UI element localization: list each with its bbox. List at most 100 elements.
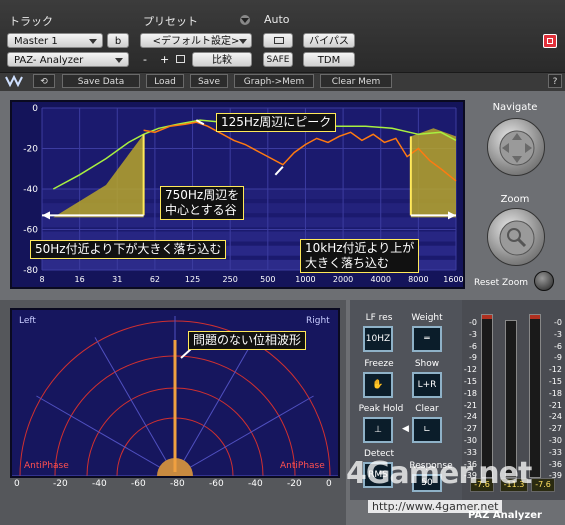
x-tick-label: 8 [39,275,44,284]
phase-callout: 問題のない位相波形 [188,331,307,350]
meter-tick-label: -33 [548,447,562,457]
meter-left [481,314,493,478]
phase-x-tick: 0 [326,479,332,489]
peak-callout: 125Hz周辺にピーク [216,113,337,132]
meter-tick-label: -12 [463,365,477,375]
freeze-button[interactable]: ✋ [363,372,393,398]
meter-tick-label: -9 [554,353,562,363]
valley-callout: 750Hz周辺を 中心とする谷 [160,186,245,220]
low-drop-callout: 50Hz付近より下が大きく落ち込む [30,240,227,259]
meter-tick-label: -30 [463,436,477,445]
graph-to-mem-button[interactable]: Graph->Mem [234,74,314,88]
help-button[interactable]: ? [548,74,562,88]
track-select[interactable]: Master 1 [7,33,103,48]
magnifier-icon [499,220,535,256]
meter-tick-label: -9 [469,353,477,363]
safe-label: SAFE [266,55,290,65]
phase-x-tick: -20 [287,479,302,489]
x-tick-label: 125 [185,275,200,284]
zoom-label: Zoom [500,194,530,205]
brand-label: PAZ Analyzer [468,510,542,521]
plugin-select[interactable]: PAZ- Analyzer [7,52,129,67]
peak-readout-right[interactable]: -7.6 [531,478,555,492]
meter-tick-label: -18 [463,388,477,398]
undo-button[interactable]: ⟲ [33,74,55,88]
meter-tick-label: -18 [548,388,562,398]
peak-hold-button[interactable]: ⊥ [363,417,393,443]
preset-next-button[interactable]: + [160,53,169,66]
compare-button[interactable]: 比較 [192,52,252,67]
phase-left-label: Left [19,316,36,326]
weight-button[interactable]: ═ [412,326,442,352]
peak-hold-label: Peak Hold [358,404,404,414]
reset-zoom-label: Reset Zoom [474,278,528,288]
chevron-down-icon [115,58,123,63]
phase-x-tick: -20 [53,479,68,489]
copy-icon[interactable] [176,55,185,63]
navigate-pad[interactable] [487,118,545,176]
meter-tick-label: -27 [463,424,477,434]
y-tick-label: -80 [23,266,38,276]
save-button[interactable]: Save [190,74,228,88]
y-tick-label: 0 [32,104,38,114]
high-cut-fill [410,128,456,218]
antiphase-right-label: AntiPhase [280,461,325,471]
x-tick-label: 250 [223,275,238,284]
meter-tick-label: -6 [554,341,562,351]
phase-x-tick: -40 [248,479,263,489]
meter-tick-label: -36 [548,459,562,469]
x-tick-label: 8000 [408,275,428,284]
tdm-label: TDM [317,55,341,66]
save-data-button[interactable]: Save Data [62,74,140,88]
meter-tick-label: -24 [548,412,562,422]
phase-right-label: Right [306,316,330,326]
x-tick-label: 1000 [295,275,315,284]
meter-tick-label: -21 [548,400,562,410]
square-icon [547,38,553,44]
y-tick-label: -40 [23,185,38,195]
meter-center [505,320,517,478]
preset-prev-button[interactable]: - [143,53,147,66]
bypass-copy-button[interactable] [263,33,293,48]
auto-label: Auto [264,13,290,26]
meter-tick-label: -3 [469,329,477,339]
show-button[interactable]: L+R [412,372,442,398]
safe-button[interactable]: SAFE [263,52,293,67]
meter-tick-label: -0 [554,318,562,327]
meter-tick-label: -15 [548,377,562,386]
phase-x-tick: -60 [131,479,146,489]
waves-logo-icon [5,74,27,88]
preset-menu-button[interactable] [240,15,250,25]
antiphase-left-label: AntiPhase [24,461,69,471]
phase-x-tick: -80 [170,479,185,489]
undo-icon: ⟲ [40,77,48,87]
clear-button[interactable]: ∟ [412,417,442,443]
track-channel-select[interactable]: b [107,33,129,48]
clip-led [530,315,540,319]
meter-tick-label: -6 [469,341,477,351]
meter-tick-label: -24 [463,412,477,422]
clear-label: Clear [415,404,439,414]
zoom-knob[interactable] [487,208,545,266]
meter-tick-label: -12 [548,365,562,375]
hand-icon: ✋ [372,380,384,390]
meter-scale-right: -0 -3 -6 -9 -12 -15 -18 -21 -24 -27 -30 -33 -36 -39 [546,318,562,488]
y-tick-label: -60 [23,226,38,236]
chevron-down-icon [241,18,249,23]
load-button[interactable]: Load [146,74,184,88]
reset-zoom-button[interactable] [534,271,554,291]
preset-select[interactable]: <デフォルト設定> [140,33,252,48]
record-icon[interactable] [543,34,557,48]
clear-mem-button[interactable]: Clear Mem [320,74,392,88]
bypass-label: バイパス [309,36,349,47]
phase-x-tick: 0 [14,479,20,489]
peak-hold-icon: ⊥ [374,425,382,435]
watermark-logo: 4Gamer.net [346,456,532,491]
noise-band [42,217,456,228]
lf-res-button[interactable]: 10HZ [363,326,393,352]
meter-tick-label: -15 [463,377,477,386]
bypass-button[interactable]: バイパス [303,33,355,48]
meter-tick-label: -27 [548,424,562,434]
phase-x-tick: -60 [209,479,224,489]
tdm-button[interactable]: TDM [303,52,355,67]
